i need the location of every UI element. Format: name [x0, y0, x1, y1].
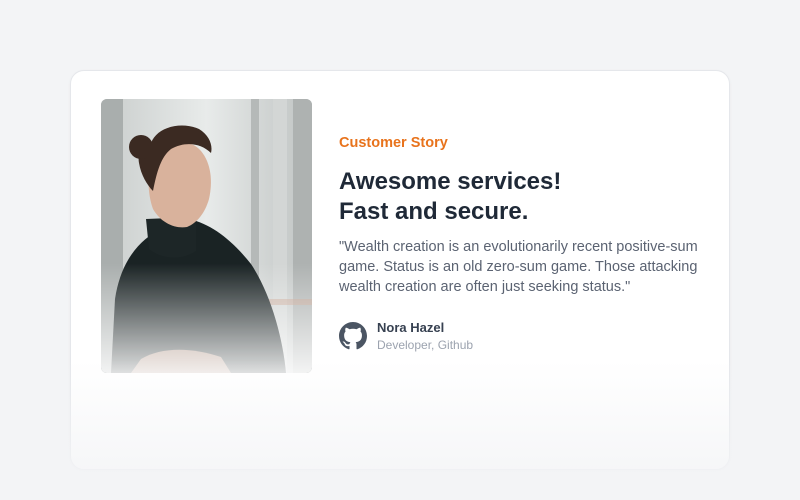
testimonial-quote: "Wealth creation is an evolutionarily re… [339, 239, 698, 295]
author-block: Nora Hazel Developer, Github [339, 319, 699, 353]
eyebrow-label: Customer Story [339, 135, 448, 151]
author-name: Nora Hazel [377, 320, 445, 335]
testimonial-content: Customer Story Awesome services! Fast an… [339, 133, 699, 353]
github-icon [339, 322, 367, 350]
title-line-1: Awesome services! [339, 168, 562, 195]
customer-photo [101, 99, 312, 373]
woman-portrait-image [101, 99, 312, 373]
testimonial-card: Customer Story Awesome services! Fast an… [70, 70, 730, 470]
author-role: Developer, Github [377, 338, 474, 352]
testimonial-title: Awesome services! Fast and secure. [339, 167, 699, 227]
title-line-2: Fast and secure. [339, 198, 529, 225]
author-info: Nora Hazel Developer, Github [377, 319, 473, 353]
